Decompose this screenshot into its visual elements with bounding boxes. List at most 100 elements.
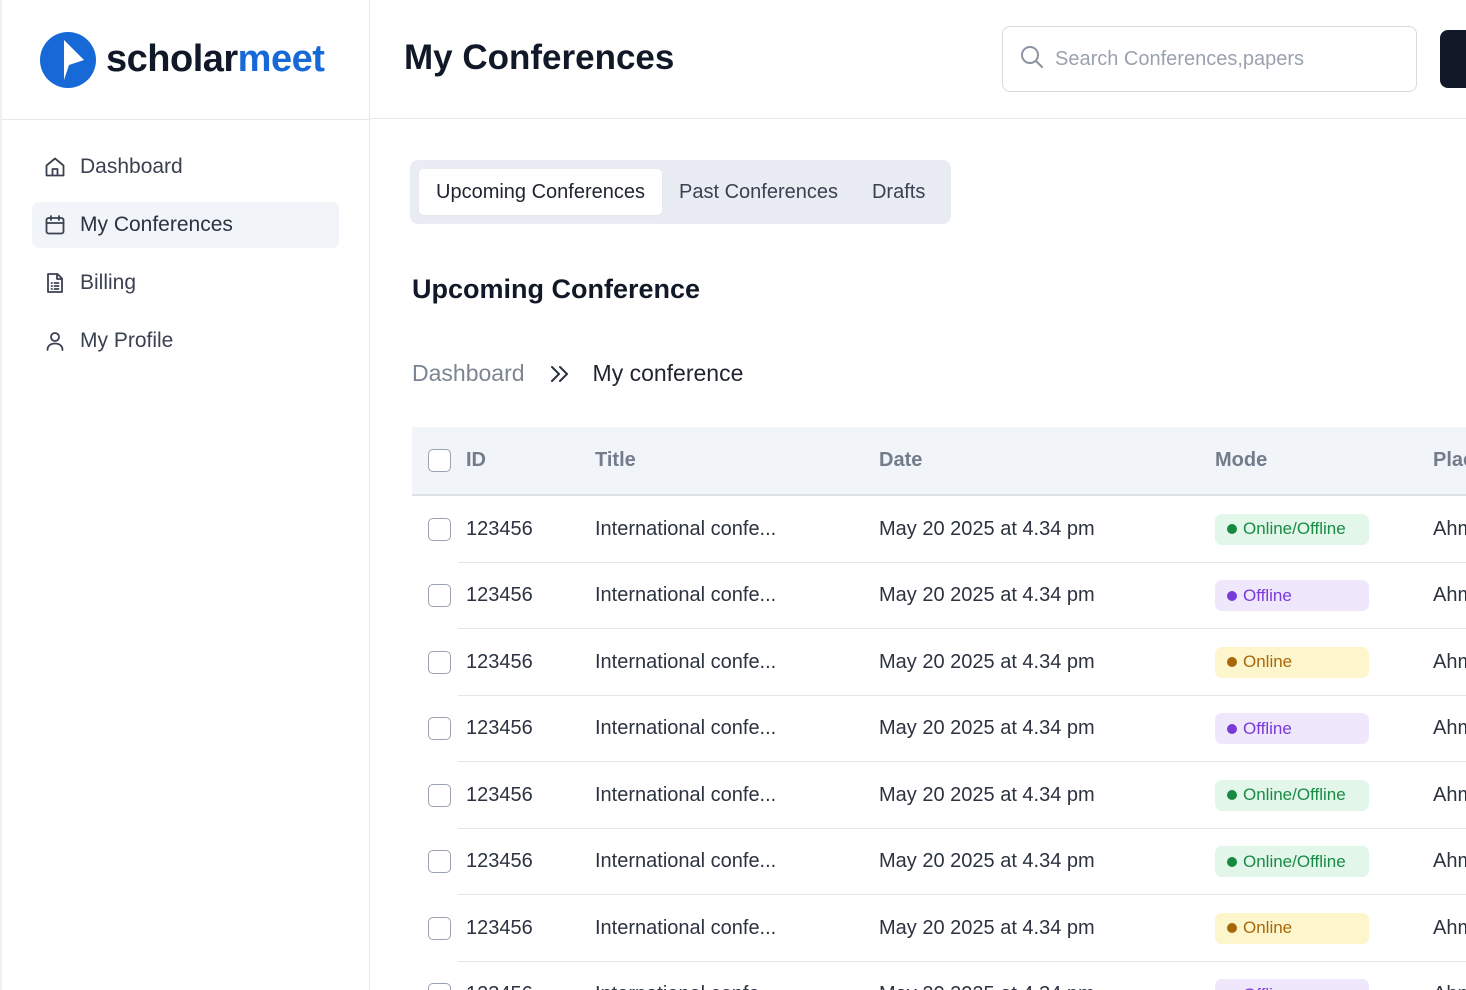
sidebar-item-label: My Profile bbox=[80, 329, 174, 352]
status-dot bbox=[1227, 856, 1237, 867]
column-header-mode[interactable]: Mode bbox=[1215, 449, 1433, 472]
sidebar-item-billing[interactable]: Billing bbox=[32, 260, 339, 306]
table-header: ID Title Date Mode Plac bbox=[412, 427, 1466, 496]
mode-badge: Online/Offline bbox=[1215, 513, 1369, 545]
table-row[interactable]: 123456 International confe...May 20 2025 … bbox=[412, 829, 1466, 896]
cell-date: May 20 2025 at 4.34 pm bbox=[879, 717, 1095, 740]
cell-date: May 20 2025 at 4.34 pm bbox=[879, 517, 1095, 540]
row-checkbox[interactable] bbox=[427, 916, 451, 940]
cell-place: Ahm bbox=[1433, 850, 1466, 873]
cell-place: Ahm bbox=[1433, 783, 1466, 806]
mode-badge: Offline bbox=[1215, 713, 1369, 745]
cell-id: 123456 bbox=[466, 650, 533, 673]
brand-name-part1: scholar bbox=[106, 38, 238, 80]
sidebar-item-label: Dashboard bbox=[80, 155, 183, 178]
breadcrumb-dashboard-link[interactable]: Dashboard bbox=[412, 360, 525, 387]
cell-place: Ahm bbox=[1433, 983, 1466, 990]
column-header-title[interactable]: Title bbox=[595, 449, 879, 472]
cell-title[interactable]: International confe... bbox=[595, 584, 879, 607]
scholarmeet-logo-icon bbox=[40, 31, 96, 88]
column-header-place[interactable]: Plac bbox=[1433, 449, 1466, 472]
sidebar: scholarmeet Dashboard My Conferences Bil… bbox=[0, 0, 370, 990]
sidebar-item-my-conferences[interactable]: My Conferences bbox=[32, 202, 339, 248]
tab-drafts[interactable]: Drafts bbox=[855, 169, 942, 215]
search-icon bbox=[1019, 44, 1045, 75]
cell-place: Ahm bbox=[1433, 717, 1466, 740]
user-icon bbox=[42, 328, 68, 354]
row-checkbox[interactable] bbox=[427, 584, 451, 608]
table-row[interactable]: 123456International confe...May 20 2025 … bbox=[412, 762, 1466, 829]
cell-date: May 20 2025 at 4.34 pm bbox=[879, 584, 1095, 607]
cell-date: May 20 2025 at 4.34 pm bbox=[879, 916, 1095, 939]
row-checkbox[interactable] bbox=[427, 717, 451, 741]
cell-title[interactable]: International confe... bbox=[595, 518, 879, 541]
status-dot bbox=[1227, 790, 1237, 801]
cell-id: 123456 bbox=[466, 850, 533, 873]
breadcrumb-current: My conference bbox=[592, 360, 744, 386]
table-row[interactable]: 123456 International confe...May 20 2025 … bbox=[412, 496, 1466, 563]
document-icon bbox=[42, 270, 68, 296]
status-dot bbox=[1227, 590, 1237, 601]
sidebar-item-my-profile[interactable]: My Profile bbox=[32, 318, 339, 364]
row-checkbox[interactable] bbox=[427, 850, 451, 874]
brand-name-part2: meet bbox=[237, 38, 325, 80]
row-checkbox[interactable] bbox=[427, 983, 451, 990]
mode-badge-label: Offline bbox=[1243, 718, 1292, 738]
cell-id: 123456 bbox=[466, 517, 533, 540]
search-box[interactable] bbox=[1002, 26, 1417, 92]
cell-title[interactable]: International confe... bbox=[595, 917, 879, 940]
tab-upcoming-conferences[interactable]: Upcoming Conferences bbox=[419, 169, 662, 215]
table-row[interactable]: 123456 International confe...May 20 2025 … bbox=[412, 696, 1466, 763]
column-header-id[interactable]: ID bbox=[466, 449, 595, 472]
column-header-date[interactable]: Date bbox=[879, 449, 1215, 472]
chevron-double-right-icon bbox=[549, 364, 571, 384]
table-row[interactable]: 123456 International confe...May 20 2025 … bbox=[412, 563, 1466, 630]
sidebar-nav: Dashboard My Conferences Billing My Prof… bbox=[2, 120, 369, 364]
mode-badge-label: Online/Offline bbox=[1243, 851, 1346, 871]
cell-title[interactable]: International confe... bbox=[595, 717, 879, 740]
mode-badge: Online/Offline bbox=[1215, 846, 1369, 878]
cell-id: 123456 bbox=[466, 584, 533, 607]
cell-id: 123456 bbox=[466, 783, 533, 806]
mode-badge-label: Online/Offline bbox=[1243, 785, 1346, 805]
main-content: Upcoming Conferences Past Conferences Dr… bbox=[370, 120, 1466, 990]
brand[interactable]: scholarmeet bbox=[2, 0, 369, 120]
table-row[interactable]: 123456International confe...May 20 2025 … bbox=[412, 895, 1466, 962]
tab-past-conferences[interactable]: Past Conferences bbox=[662, 169, 855, 215]
status-dot bbox=[1227, 524, 1237, 535]
mode-badge: Offline bbox=[1215, 979, 1369, 990]
status-dot bbox=[1227, 657, 1237, 668]
row-checkbox[interactable] bbox=[427, 517, 451, 541]
brand-name: scholarmeet bbox=[106, 38, 325, 81]
mode-badge: Offline bbox=[1215, 580, 1369, 612]
mode-badge-label: Online bbox=[1243, 918, 1293, 938]
mode-badge-label: Offline bbox=[1243, 985, 1292, 990]
cell-place: Ahm bbox=[1433, 650, 1466, 673]
row-checkbox[interactable] bbox=[427, 650, 451, 674]
conferences-table: ID Title Date Mode Plac 123456 Internatio… bbox=[412, 427, 1466, 990]
table-row[interactable]: 123456International confe...May 20 2025 … bbox=[412, 629, 1466, 696]
cell-title[interactable]: International confe... bbox=[595, 651, 879, 674]
table-row[interactable]: 123456International confe...May 20 2025 … bbox=[412, 962, 1466, 990]
cell-date: May 20 2025 at 4.34 pm bbox=[879, 850, 1095, 873]
cell-title[interactable]: International confe... bbox=[595, 983, 879, 990]
cell-id: 123456 bbox=[466, 717, 533, 740]
cell-place: Ahm bbox=[1433, 584, 1466, 607]
mode-badge-label: Offline bbox=[1243, 585, 1292, 605]
mode-badge: Online bbox=[1215, 912, 1369, 944]
breadcrumb: Dashboard My conference bbox=[412, 360, 743, 387]
cell-place: Ahm bbox=[1433, 517, 1466, 540]
row-checkbox[interactable] bbox=[427, 783, 451, 807]
search-input[interactable] bbox=[1055, 47, 1395, 71]
status-dot bbox=[1227, 723, 1237, 734]
mode-badge: Online/Offline bbox=[1215, 779, 1369, 811]
sidebar-item-dashboard[interactable]: Dashboard bbox=[32, 144, 339, 190]
cell-place: Ahm bbox=[1433, 916, 1466, 939]
cell-title[interactable]: International confe... bbox=[595, 850, 879, 873]
sidebar-item-label: Billing bbox=[80, 271, 137, 294]
cell-title[interactable]: International confe... bbox=[595, 784, 879, 807]
header-action-button[interactable] bbox=[1440, 30, 1466, 88]
mode-badge-label: Online bbox=[1243, 652, 1293, 672]
section-title: Upcoming Conference bbox=[412, 274, 701, 304]
select-all-checkbox[interactable] bbox=[427, 449, 451, 472]
